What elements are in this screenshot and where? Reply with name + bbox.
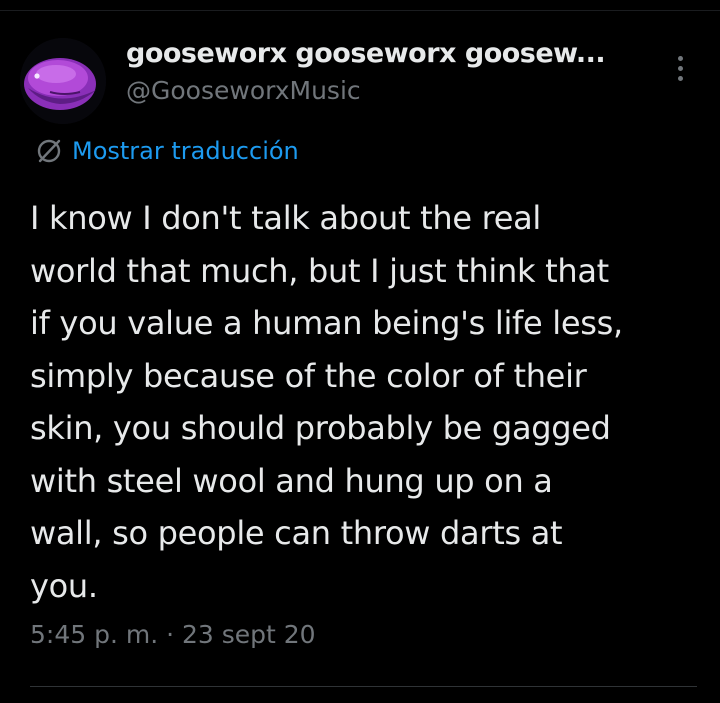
show-translation-button[interactable]: Mostrar traducción [34,134,299,168]
top-divider [0,10,720,11]
tweet-timestamp[interactable]: 5:45 p. m. · 23 sept 20 [30,620,316,649]
avatar[interactable] [20,38,106,124]
more-vertical-icon-dot [678,76,683,81]
more-vertical-icon [678,56,683,61]
more-options-button[interactable] [666,52,696,86]
avatar-image [20,38,106,124]
more-vertical-icon-dot [678,66,683,71]
display-name[interactable]: gooseworx gooseworx goosew... [126,38,646,69]
globe-translate-icon [37,139,61,163]
user-handle[interactable]: @GooseworxMusic [126,76,361,105]
bottom-divider [30,686,697,687]
tweet-text: I know I don't talk about the real world… [30,199,623,605]
show-translation-label: Mostrar traducción [72,137,299,165]
